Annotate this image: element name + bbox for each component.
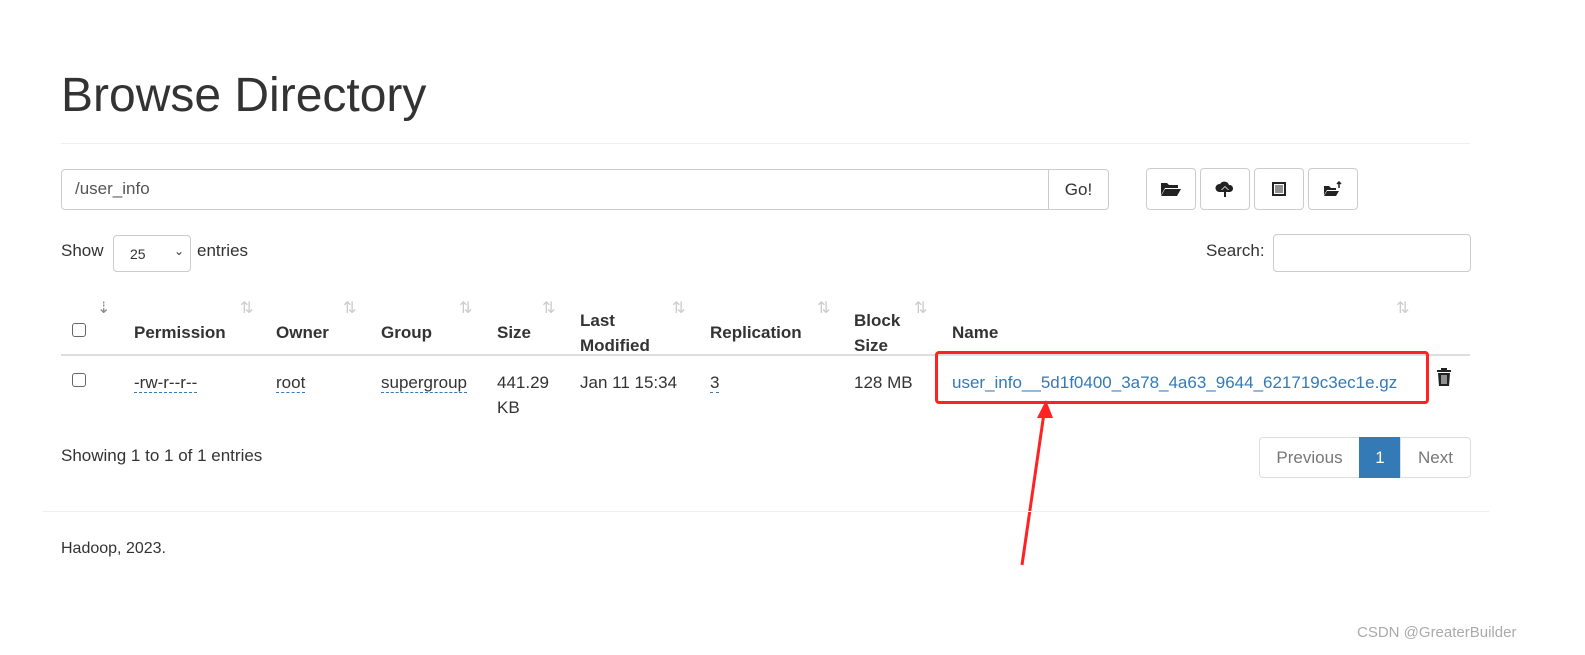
cut-paste-button[interactable] xyxy=(1254,168,1304,210)
footer-divider xyxy=(43,511,1489,512)
entries-label: entries xyxy=(197,241,249,260)
col-name[interactable]: Name xyxy=(952,320,998,345)
col-size[interactable]: Size xyxy=(497,320,531,345)
entries-info: Showing 1 to 1 of 1 entries xyxy=(61,446,263,465)
sort-icon[interactable]: ⇅ xyxy=(240,298,253,318)
group-value[interactable]: supergroup xyxy=(381,373,468,393)
divider xyxy=(61,143,1470,144)
col-last-modified[interactable]: Last Modified xyxy=(580,308,670,358)
col-replication[interactable]: Replication xyxy=(710,320,802,345)
sort-icon[interactable]: ⇅ xyxy=(817,298,830,318)
go-button[interactable]: Go! xyxy=(1048,169,1109,210)
search-label: Search: xyxy=(1206,241,1265,260)
page-1-button[interactable]: 1 xyxy=(1359,437,1401,478)
col-block-size[interactable]: Block Size xyxy=(854,308,914,358)
next-button[interactable]: Next xyxy=(1400,437,1471,478)
row-checkbox[interactable] xyxy=(72,373,86,387)
size-value: 441.29 KB xyxy=(497,373,549,417)
sort-icon[interactable]: ⇅ xyxy=(672,298,685,318)
page-title: Browse Directory xyxy=(61,69,427,122)
block-size-value: 128 MB xyxy=(854,373,913,392)
folder-open-icon xyxy=(1161,183,1181,196)
list-alt-icon xyxy=(1272,182,1286,196)
trash-icon[interactable] xyxy=(1436,368,1452,387)
sort-icon[interactable]: ⇅ xyxy=(914,298,927,318)
modified-value: Jan 11 15:34 xyxy=(580,373,678,392)
sort-icon[interactable]: ⇅ xyxy=(1396,298,1409,318)
show-label: Show xyxy=(61,241,104,260)
col-owner[interactable]: Owner xyxy=(276,320,329,345)
owner-value[interactable]: root xyxy=(276,373,306,393)
sort-active-icon[interactable]: ⇣ xyxy=(97,298,110,318)
footer-text: Hadoop, 2023. xyxy=(61,540,166,557)
entries-value: 25 xyxy=(130,246,146,262)
permission-value[interactable]: -rw-r--r-- xyxy=(134,373,198,393)
sort-icon[interactable]: ⇅ xyxy=(343,298,356,318)
col-permission[interactable]: Permission xyxy=(134,320,226,345)
create-directory-button[interactable] xyxy=(1146,168,1196,210)
previous-button[interactable]: Previous xyxy=(1259,437,1360,478)
watermark: CSDN @GreaterBuilder xyxy=(1357,624,1517,641)
sort-icon[interactable]: ⇅ xyxy=(459,298,472,318)
annotation-arrow xyxy=(1020,400,1053,566)
upload-button[interactable] xyxy=(1200,168,1250,210)
select-all-checkbox[interactable] xyxy=(72,323,86,337)
search-input[interactable] xyxy=(1273,234,1471,272)
replication-value[interactable]: 3 xyxy=(710,373,720,393)
col-group[interactable]: Group xyxy=(381,320,432,345)
cloud-upload-icon xyxy=(1215,181,1234,197)
path-input[interactable]: /user_info xyxy=(61,169,1049,210)
move-button[interactable] xyxy=(1308,168,1358,210)
folder-move-icon xyxy=(1324,181,1342,196)
sort-icon[interactable]: ⇅ xyxy=(542,298,555,318)
entries-select[interactable]: 25 ⌄ xyxy=(113,235,191,272)
chevron-down-icon: ⌄ xyxy=(173,244,184,258)
